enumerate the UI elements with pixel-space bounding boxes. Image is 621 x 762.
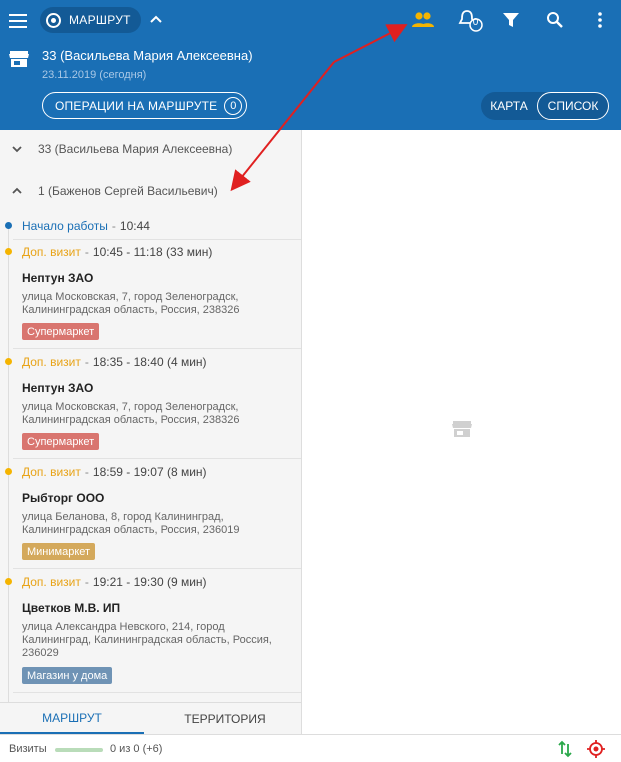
people-icon[interactable] [410, 8, 436, 32]
timeline-line [8, 226, 9, 702]
event-time: 10:45 - 11:18 (33 мин) [92, 245, 213, 259]
group-header-collapsed[interactable]: 33 (Васильева Мария Алексеевна) [0, 138, 301, 160]
visit-card[interactable]: Цветков М.В. ИП улица Александра Невског… [13, 596, 301, 696]
store-icon [452, 420, 472, 443]
timeline-dot [5, 468, 12, 475]
locate-icon[interactable] [587, 740, 605, 758]
map-view-button[interactable]: КАРТА [481, 92, 537, 120]
outlet-name: Цветков М.В. ИП [22, 601, 121, 615]
visits-label: Визиты [9, 743, 47, 755]
route-icon [46, 12, 61, 28]
event-type: Доп. визит [22, 245, 81, 259]
event-type: Доп. визит [22, 465, 81, 479]
visits-count: 0 из 0 (+6) [110, 743, 163, 755]
status-footer: Визиты 0 из 0 (+6) [0, 734, 621, 762]
event-time: 18:59 - 19:07 (8 мин) [92, 465, 207, 479]
event-type: Начало работы [22, 219, 108, 233]
outlet-address: улица Московская, 7, город Зеленоградск,… [22, 401, 240, 426]
app-header: МАРШРУТ 0 33 (Васильева Мария Алексеевна… [0, 0, 621, 130]
visit-card[interactable]: Нептун ЗАО улица Московская, 7, город Зе… [13, 266, 301, 346]
divider [13, 692, 301, 693]
tab-territory[interactable]: ТЕРРИТОРИЯ [150, 703, 300, 734]
chevron-down-icon [12, 146, 22, 153]
event-type: Доп. визит [22, 575, 81, 589]
route-operations-label: ОПЕРАЦИИ НА МАРШРУТЕ [55, 98, 218, 113]
tab-route[interactable]: МАРШРУТ [0, 703, 144, 734]
outlet-type-tag: Минимаркет [22, 543, 96, 560]
outlet-name: Рыбторг ООО [22, 491, 105, 505]
outlet-type-tag: Супермаркет [22, 323, 100, 340]
event-time: 18:35 - 18:40 (4 мин) [92, 355, 207, 369]
outlet-name: Нептун ЗАО [22, 271, 94, 285]
divider [13, 348, 301, 349]
visits-progress-bar [55, 748, 103, 752]
filter-icon[interactable] [498, 8, 524, 32]
search-icon[interactable] [542, 8, 568, 32]
event-time: 10:44 [119, 219, 150, 233]
timeline-dot [5, 222, 12, 229]
event-time: 19:21 - 19:30 (9 мин) [92, 575, 207, 589]
outlet-address: улица Московская, 7, город Зеленоградск,… [22, 291, 240, 316]
list-view-button[interactable]: СПИСОК [537, 92, 609, 120]
notifications-count: 0 [472, 17, 479, 28]
start-event: Начало работы -10:44 [22, 219, 150, 233]
visit-header: Доп. визит -18:59 - 19:07 (8 мин) [22, 465, 207, 479]
detail-panel [303, 130, 621, 734]
route-selector[interactable]: МАРШРУТ [40, 7, 141, 33]
divider [13, 568, 301, 569]
sort-icon[interactable] [556, 740, 574, 758]
outlet-name: Нептун ЗАО [22, 381, 94, 395]
visit-header: Доп. визит -18:35 - 18:40 (4 мин) [22, 355, 207, 369]
more-vert-icon[interactable] [587, 8, 613, 32]
app-root: МАРШРУТ 0 33 (Васильева Мария Алексеевна… [0, 0, 621, 762]
menu-icon[interactable] [6, 8, 32, 34]
store-icon [9, 50, 29, 70]
visit-card[interactable]: Нептун ЗАО улица Московская, 7, город Зе… [13, 376, 301, 456]
view-toggle: КАРТА СПИСОК [481, 92, 609, 120]
bottom-tabs: МАРШРУТ ТЕРРИТОРИЯ [0, 702, 302, 734]
agent-name: 33 (Васильева Мария Алексеевна) [42, 48, 253, 63]
bell-icon[interactable]: 0 [456, 8, 486, 32]
divider [13, 239, 301, 240]
outlet-address: улица Беланова, 8, город Калининград, Ка… [22, 511, 240, 536]
timeline-dot [5, 248, 12, 255]
route-list-panel: 33 (Васильева Мария Алексеевна) 1 (Бажен… [0, 130, 302, 702]
route-date: 23.11.2019 (сегодня) [42, 69, 147, 81]
divider [13, 458, 301, 459]
timeline-dot [5, 578, 12, 585]
event-type: Доп. визит [22, 355, 81, 369]
group-label: 33 (Васильева Мария Алексеевна) [38, 142, 233, 156]
route-label: МАРШРУТ [69, 13, 131, 27]
outlet-type-tag: Супермаркет [22, 433, 100, 450]
route-operations-count: 0 [224, 96, 243, 115]
outlet-type-tag: Магазин у дома [22, 667, 113, 684]
outlet-address: улица Александра Невского, 214, город Ка… [22, 621, 272, 659]
visit-header: Доп. визит -19:21 - 19:30 (9 мин) [22, 575, 207, 589]
chevron-up-icon [12, 187, 22, 194]
group-label: 1 (Баженов Сергей Васильевич) [38, 184, 218, 198]
timeline-dot [5, 358, 12, 365]
route-operations-button[interactable]: ОПЕРАЦИИ НА МАРШРУТЕ 0 [42, 92, 248, 119]
visit-card[interactable]: Рыбторг ООО улица Беланова, 8, город Кал… [13, 486, 301, 566]
group-header-expanded[interactable]: 1 (Баженов Сергей Васильевич) [0, 180, 301, 202]
chevron-up-icon[interactable] [146, 10, 166, 30]
visit-header: Доп. визит -10:45 - 11:18 (33 мин) [22, 245, 213, 259]
